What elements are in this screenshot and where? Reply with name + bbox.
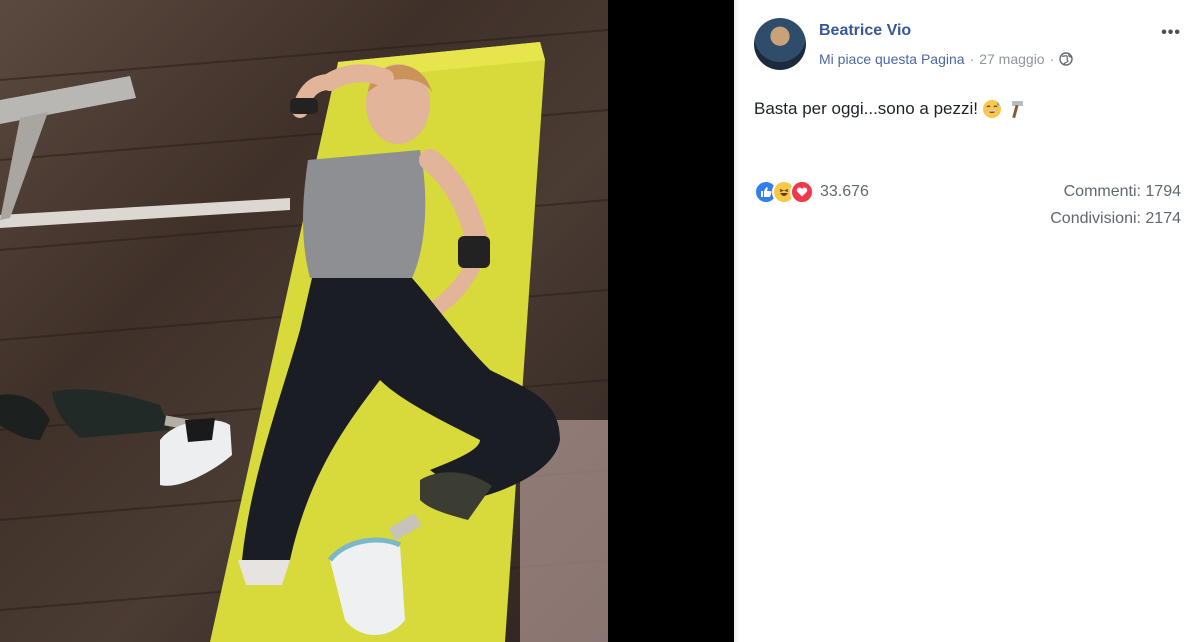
love-icon — [790, 180, 814, 204]
post-text: Basta per oggi...sono a pezzi! — [754, 99, 1024, 119]
more-options-button[interactable]: ••• — [1161, 24, 1181, 42]
globe-icon[interactable] — [1059, 52, 1073, 66]
post-panel: Beatrice Vio Mi piace questa Pagina · 27… — [734, 0, 1201, 642]
reactions-count: 33.676 — [820, 183, 869, 200]
post-message: Basta per oggi...sono a pezzi! — [754, 99, 978, 118]
meta-separator: · — [1049, 51, 1055, 67]
grinning-sweat-emoji-icon — [982, 100, 1001, 118]
post-date[interactable]: 27 maggio — [979, 51, 1044, 67]
author-name[interactable]: Beatrice Vio — [819, 22, 911, 40]
comments-count-link[interactable]: Commenti: 1794 — [1064, 183, 1181, 201]
post-meta: Mi piace questa Pagina · 27 maggio · — [819, 51, 1073, 67]
reactions-summary[interactable]: 33.676 — [754, 180, 869, 204]
shares-count-link[interactable]: Condivisioni: 2174 — [1050, 210, 1181, 228]
photo-black-band — [608, 0, 734, 642]
author-avatar[interactable] — [754, 18, 806, 70]
panel-edge — [734, 0, 740, 642]
hammer-emoji-icon — [1011, 101, 1023, 119]
like-page-link[interactable]: Mi piace questa Pagina — [819, 51, 965, 67]
post-photo[interactable] — [0, 0, 608, 642]
photo-illustration — [0, 29, 608, 642]
meta-separator: · — [969, 51, 975, 67]
